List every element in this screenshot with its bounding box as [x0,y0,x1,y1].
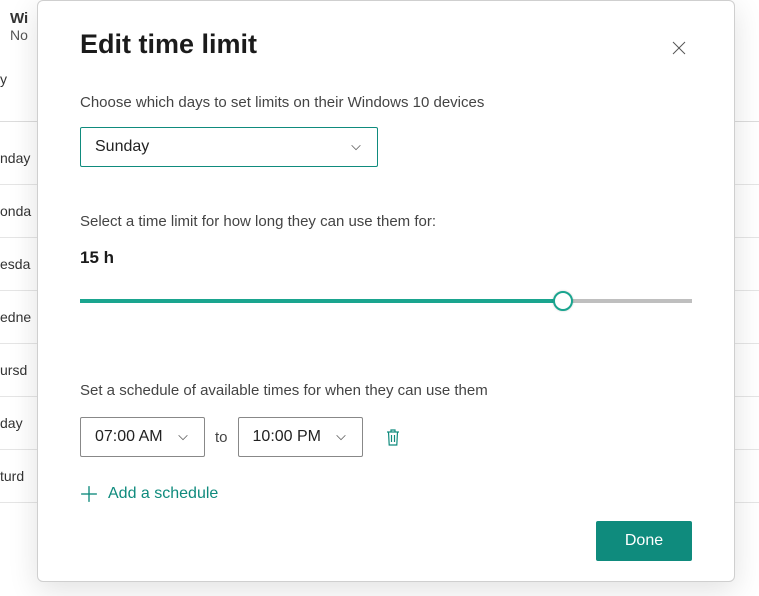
choose-days-label: Choose which days to set limits on their… [80,94,692,111]
delete-schedule-button[interactable] [383,426,403,448]
plus-icon [80,485,98,503]
slider-value-label: 15 h [80,248,692,268]
day-select-value: Sunday [95,138,149,156]
schedule-from-value: 07:00 AM [95,428,163,446]
add-schedule-label: Add a schedule [108,485,218,503]
time-limit-slider[interactable] [80,290,692,312]
schedule-label: Set a schedule of available times for wh… [80,382,692,399]
add-schedule-button[interactable]: Add a schedule [80,485,692,503]
chevron-down-icon [349,140,363,154]
schedule-to-select[interactable]: 10:00 PM [238,417,363,457]
day-select[interactable]: Sunday [80,127,378,167]
done-button[interactable]: Done [596,521,692,561]
schedule-from-select[interactable]: 07:00 AM [80,417,205,457]
modal-title: Edit time limit [80,29,257,60]
chevron-down-icon [334,430,348,444]
close-button[interactable] [666,35,692,61]
schedule-to-value: 10:00 PM [253,428,321,446]
edit-time-limit-modal: Edit time limit Choose which days to set… [37,0,735,582]
close-icon [671,40,687,56]
trash-icon [385,427,401,447]
chevron-down-icon [176,430,190,444]
to-label: to [215,429,228,446]
slider-thumb[interactable] [553,291,573,311]
time-limit-label: Select a time limit for how long they ca… [80,213,692,230]
slider-fill [80,299,563,303]
